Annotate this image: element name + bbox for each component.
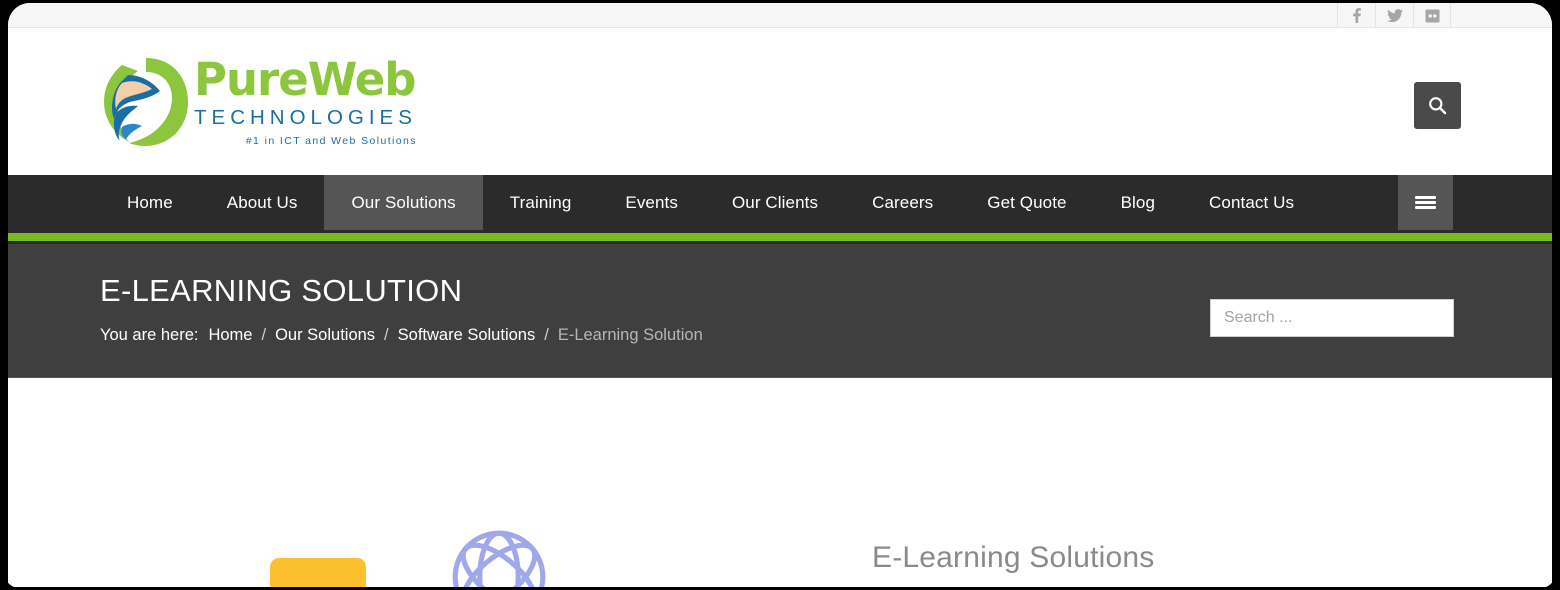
logo-wordmark: PureWeb TECHNOLOGIES #1 in ICT and Web S… (194, 57, 417, 147)
nav-item-about-us[interactable]: About Us (200, 175, 325, 230)
twitter-icon[interactable] (1375, 3, 1413, 28)
logo-name: PureWeb (194, 53, 416, 107)
nav-hamburger-toggle[interactable] (1398, 175, 1453, 230)
social-links (1337, 3, 1451, 28)
content-heading: E-Learning Solutions (872, 541, 1155, 574)
nav-item-contact-us[interactable]: Contact Us (1182, 175, 1321, 230)
breadcrumb-item-home[interactable]: Home (208, 326, 252, 345)
nav-item-events[interactable]: Events (598, 175, 705, 230)
breadcrumb-separator: / (384, 326, 389, 344)
breadcrumb-item-e-learning-solution: E-Learning Solution (557, 326, 703, 344)
nav-item-our-solutions[interactable]: Our Solutions (324, 175, 483, 230)
search-input[interactable] (1210, 299, 1454, 337)
breadcrumb-separator: / (261, 326, 267, 344)
main-navigation: Home About Us Our Solutions Training Events O… (8, 175, 1552, 230)
header-search-button[interactable] (1414, 82, 1461, 129)
breadcrumb-item-software-solutions[interactable]: Software Solutions (398, 326, 536, 345)
nav-item-get-quote[interactable]: Get Quote (960, 175, 1093, 230)
breadcrumb-separator: / (544, 326, 549, 344)
nav-item-training[interactable]: Training (483, 175, 599, 230)
top-utility-bar (8, 3, 1552, 28)
logo-tagline: #1 in ICT and Web Solutions (245, 134, 417, 147)
breadcrumb-prefix: You are here: (100, 326, 199, 344)
browser-frame: PureWeb TECHNOLOGIES #1 in ICT and Web S… (0, 0, 1560, 590)
site-header: PureWeb TECHNOLOGIES #1 in ICT and Web S… (8, 28, 1552, 175)
breadcrumb-item-our-solutions[interactable]: Our Solutions (275, 326, 375, 345)
logo-subtitle: TECHNOLOGIES (194, 106, 417, 130)
page-title: E-LEARNING SOLUTION (100, 273, 463, 308)
breadcrumb: You are here: Home / Our Solutions / Softwar… (100, 326, 703, 345)
facebook-icon[interactable] (1337, 3, 1375, 28)
page-title-band: E-LEARNING SOLUTION You are here: Home / O… (8, 244, 1552, 378)
flickr-icon[interactable] (1413, 3, 1451, 28)
site-logo[interactable]: PureWeb TECHNOLOGIES #1 in ICT and Web S… (100, 50, 417, 154)
nav-item-careers[interactable]: Careers (845, 175, 960, 230)
globe-wireframe-graphic (426, 527, 572, 587)
nav-item-home[interactable]: Home (100, 175, 200, 230)
logo-mark-icon (104, 58, 188, 146)
nav-items: Home About Us Our Solutions Training Events O… (100, 175, 1321, 230)
main-content: E-Learning Solutions (8, 378, 1552, 587)
nav-item-blog[interactable]: Blog (1094, 175, 1182, 230)
accent-stripe-green (8, 233, 1552, 241)
hamburger-icon (1415, 194, 1436, 212)
yellow-rounded-shape-graphic (270, 558, 366, 587)
search-icon (1429, 97, 1447, 115)
nav-item-our-clients[interactable]: Our Clients (705, 175, 845, 230)
page-viewport: PureWeb TECHNOLOGIES #1 in ICT and Web S… (8, 3, 1552, 587)
